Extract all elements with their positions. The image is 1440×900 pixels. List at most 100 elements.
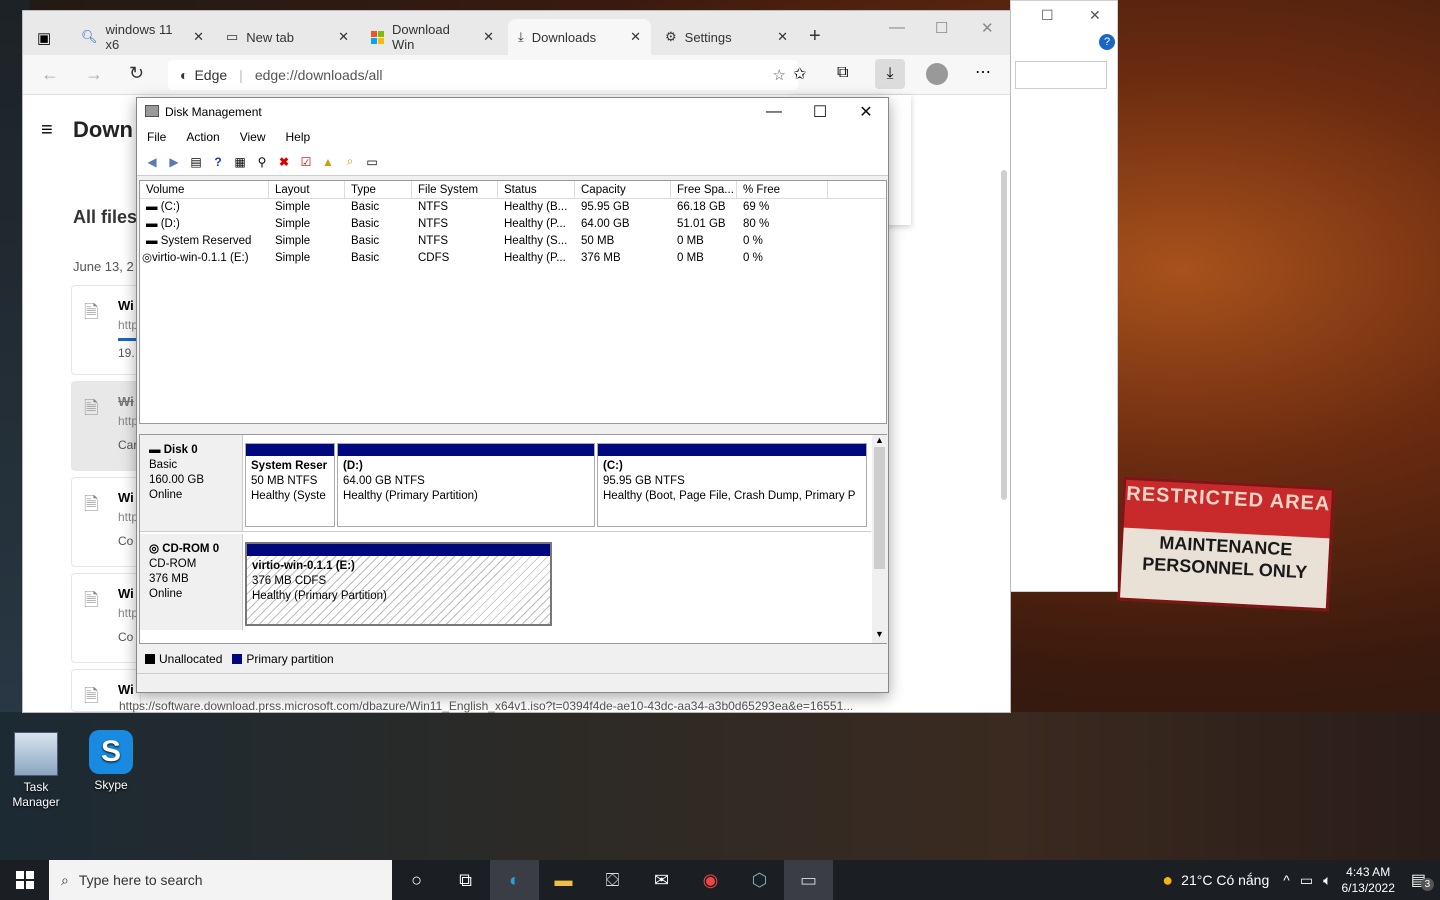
column-header[interactable]: Free Spa... xyxy=(671,181,737,198)
download-item[interactable]: 🗎 Wi http Co xyxy=(71,477,141,567)
network-icon[interactable]: ▭ xyxy=(1300,872,1313,889)
menu-icon[interactable]: ≡ xyxy=(41,119,53,142)
virtualbox-icon[interactable]: ⬡ xyxy=(735,860,784,900)
column-header[interactable]: Type xyxy=(345,181,412,198)
edge-taskbar-icon[interactable]: ◐ xyxy=(490,860,539,900)
table-row[interactable]: ▬ (C:) Simple Basic NTFS Healthy (B... 9… xyxy=(140,199,886,216)
add-favorite-icon[interactable]: ☆ xyxy=(773,66,786,84)
delete-icon[interactable]: ✖ xyxy=(275,153,293,171)
desktop-icon-skype[interactable]: S Skype xyxy=(81,730,141,793)
maximize-icon[interactable]: ☐ xyxy=(797,98,843,126)
task-view-icon[interactable]: ⧉ xyxy=(441,860,490,900)
tab-download-windows[interactable]: Download Win ✕ xyxy=(361,19,504,55)
table-row[interactable]: ▬ System Reserved Simple Basic NTFS Heal… xyxy=(140,233,886,250)
download-url[interactable]: https://software.download.prss.microsoft… xyxy=(119,699,859,713)
weather-icon[interactable]: ● xyxy=(1162,870,1173,891)
menu-action[interactable]: Action xyxy=(176,130,229,144)
back-icon[interactable]: ← xyxy=(41,64,59,85)
back-icon[interactable]: ◀ xyxy=(143,153,161,171)
tab-settings[interactable]: ⚙ Settings ✕ xyxy=(655,19,798,55)
tab-search[interactable]: 🔍︎ windows 11 x6 ✕ xyxy=(71,19,214,55)
partition-d[interactable]: (D:) 64.00 GB NTFS Healthy (Primary Partit… xyxy=(337,443,595,527)
column-header[interactable]: Layout xyxy=(269,181,345,198)
maximize-icon[interactable]: ☐ xyxy=(935,19,948,37)
start-button[interactable] xyxy=(0,860,49,900)
new-tab-icon[interactable]: + xyxy=(809,25,821,48)
column-header[interactable]: Capacity xyxy=(575,181,671,198)
close-tab-icon[interactable]: ✕ xyxy=(777,29,788,45)
downloads-button-icon[interactable]: ⤓ xyxy=(875,59,905,89)
volume-icon[interactable]: 🔈︎ xyxy=(1323,872,1331,889)
download-item[interactable]: 🗎 Wi http Co xyxy=(71,573,141,663)
scroll-thumb[interactable] xyxy=(874,447,885,569)
page-scrollbar[interactable] xyxy=(1001,170,1007,500)
tab-actions-icon[interactable]: ▣ xyxy=(37,29,51,47)
menu-help[interactable]: Help xyxy=(276,130,321,144)
taskbar-search[interactable]: ⌕ Type here to search xyxy=(49,860,392,900)
minimize-icon[interactable]: — xyxy=(751,98,797,126)
notification-icon[interactable]: ▤ 3 xyxy=(1411,870,1434,891)
column-header[interactable]: File System xyxy=(412,181,498,198)
disk-management-taskbar-icon[interactable]: ▭ xyxy=(784,860,833,900)
column-header[interactable]: Volume xyxy=(140,181,269,198)
properties-icon[interactable]: ▭ xyxy=(363,153,381,171)
file-explorer-icon[interactable]: ▬ xyxy=(539,860,588,900)
minimize-icon[interactable]: — xyxy=(889,19,905,37)
column-header[interactable]: Status xyxy=(498,181,575,198)
connect-icon[interactable]: ⚲ xyxy=(253,153,271,171)
close-icon[interactable]: ✕ xyxy=(843,98,889,126)
download-item[interactable]: 🗎 Wi http Car xyxy=(71,381,141,471)
store-icon[interactable]: ⛋ xyxy=(588,860,637,900)
profile-avatar[interactable] xyxy=(926,63,948,85)
url-text[interactable]: edge://downloads/all xyxy=(255,67,383,83)
clock[interactable]: 4:43 AM 6/13/2022 xyxy=(1341,864,1394,896)
close-tab-icon[interactable]: ✕ xyxy=(483,29,494,45)
weather-text[interactable]: 21°C Có nắng xyxy=(1181,872,1269,888)
table-row[interactable]: ▬ (D:) Simple Basic NTFS Healthy (P... 6… xyxy=(140,216,886,233)
cdrom-0-label[interactable]: ◎ CD-ROM 0 CD-ROM 376 MB Online xyxy=(140,534,243,630)
menu-view[interactable]: View xyxy=(230,130,276,144)
address-bar[interactable]: ◐ Edge | edge://downloads/all ☆ xyxy=(168,60,798,90)
volume-list[interactable]: Volume Layout Type File System Status Ca… xyxy=(139,180,887,424)
help-icon[interactable]: ? xyxy=(209,153,227,171)
view-icon[interactable]: ▦ xyxy=(231,153,249,171)
graph-scrollbar[interactable]: ▲ ▼ xyxy=(872,435,887,643)
cortana-icon[interactable]: ○ xyxy=(392,860,441,900)
help-icon[interactable]: ? xyxy=(1099,34,1115,50)
chrome-icon[interactable]: ◉ xyxy=(686,860,735,900)
partition-cdrom-e[interactable]: virtio-win-0.1.1 (E:) 376 MB CDFS Healthy … xyxy=(245,542,552,626)
collections-icon[interactable]: ⧉ xyxy=(837,64,848,82)
close-tab-icon[interactable]: ✕ xyxy=(193,29,204,45)
settings-input[interactable] xyxy=(1015,61,1107,89)
forward-icon[interactable]: → xyxy=(85,64,103,85)
disk-0-label[interactable]: ▬ Disk 0 Basic 160.00 GB Online xyxy=(140,435,243,531)
show-hide-console-icon[interactable]: ▤ xyxy=(187,153,205,171)
tray-chevron-icon[interactable]: ^ xyxy=(1283,872,1290,888)
tab-downloads[interactable]: ⤓ Downloads ✕ xyxy=(508,19,651,55)
favorites-icon[interactable]: ✩ xyxy=(793,64,806,84)
forward-icon[interactable]: ▶ xyxy=(165,153,183,171)
check-icon[interactable]: ☑ xyxy=(297,153,315,171)
scroll-up-icon[interactable]: ▲ xyxy=(872,435,887,445)
disk-management-window[interactable]: Disk Management — ☐ ✕ File Action View H… xyxy=(136,97,889,693)
menu-file[interactable]: File xyxy=(137,130,176,144)
tab-new-tab[interactable]: ▭ New tab ✕ xyxy=(216,19,359,55)
more-icon[interactable]: ⋯ xyxy=(975,62,991,82)
mail-icon[interactable]: ✉ xyxy=(637,860,686,900)
folder-up-icon[interactable]: ▲ xyxy=(319,153,337,171)
desktop-icon-task-manager[interactable]: Task Manager xyxy=(6,732,66,810)
close-tab-icon[interactable]: ✕ xyxy=(630,29,641,45)
search-folder-icon[interactable]: ⌕ xyxy=(341,153,359,171)
scroll-down-icon[interactable]: ▼ xyxy=(872,629,887,639)
column-header[interactable]: % Free xyxy=(737,181,828,198)
table-row[interactable]: ◎virtio-win-0.1.1 (E:) Simple Basic CDFS… xyxy=(140,250,886,267)
maximize-icon[interactable]: ☐ xyxy=(1041,7,1054,24)
partition-c[interactable]: (C:) 95.95 GB NTFS Healthy (Boot, Page Fil… xyxy=(597,443,867,527)
partition-system-reserved[interactable]: System Reser 50 MB NTFS Healthy (Syste xyxy=(245,443,335,527)
close-tab-icon[interactable]: ✕ xyxy=(338,29,349,45)
disk-graphical-view[interactable]: ▬ Disk 0 Basic 160.00 GB Online System R… xyxy=(139,434,887,644)
download-item[interactable]: 🗎 Wi http 19. xyxy=(71,285,142,375)
refresh-icon[interactable]: ↻ xyxy=(129,63,144,84)
close-icon[interactable]: ✕ xyxy=(1089,7,1101,24)
background-settings-window[interactable]: ☐ ✕ ? xyxy=(1010,0,1118,592)
